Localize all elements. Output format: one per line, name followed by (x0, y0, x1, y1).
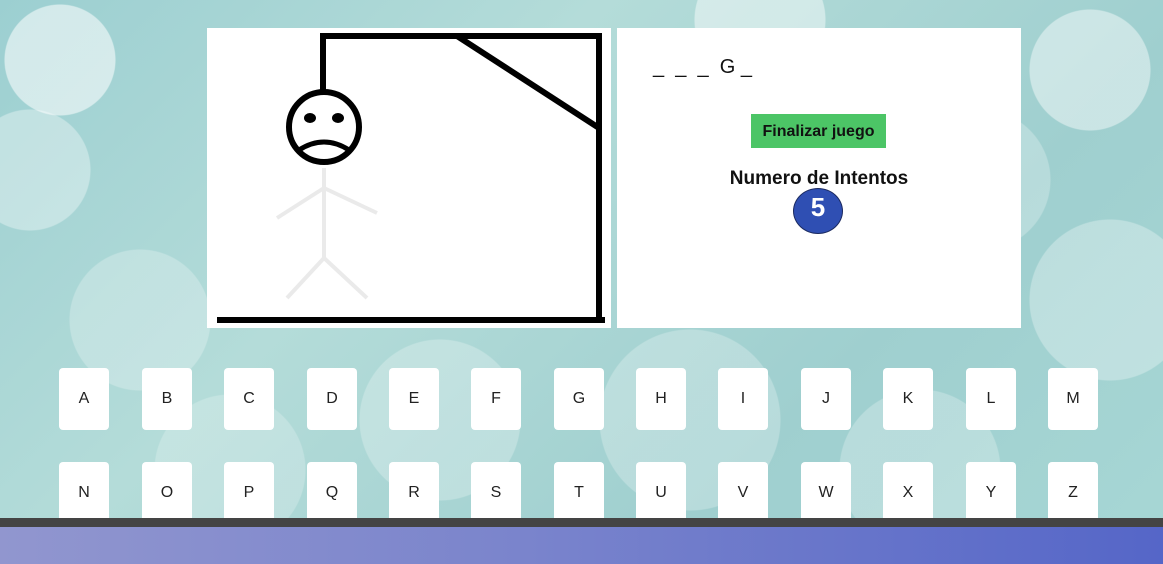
key-k[interactable]: K (883, 368, 933, 430)
key-n[interactable]: N (59, 462, 109, 524)
key-m[interactable]: M (1048, 368, 1098, 430)
key-x[interactable]: X (883, 462, 933, 524)
key-c[interactable]: C (224, 368, 274, 430)
key-q[interactable]: Q (307, 462, 357, 524)
key-a[interactable]: A (59, 368, 109, 430)
key-e[interactable]: E (389, 368, 439, 430)
game-info-panel: _ _ _ G _ Finalizar juego Numero de Inte… (617, 28, 1021, 328)
footer-divider (0, 518, 1163, 527)
key-w[interactable]: W (801, 462, 851, 524)
key-p[interactable]: P (224, 462, 274, 524)
hangman-panel (207, 28, 611, 328)
key-b[interactable]: B (142, 368, 192, 430)
key-y[interactable]: Y (966, 462, 1016, 524)
key-r[interactable]: R (389, 462, 439, 524)
key-j[interactable]: J (801, 368, 851, 430)
attempts-label: Numero de Intentos (729, 168, 909, 189)
key-f[interactable]: F (471, 368, 521, 430)
key-u[interactable]: U (636, 462, 686, 524)
key-i[interactable]: I (718, 368, 768, 430)
key-h[interactable]: H (636, 368, 686, 430)
key-o[interactable]: O (142, 462, 192, 524)
key-v[interactable]: V (718, 462, 768, 524)
footer-bar (0, 527, 1163, 564)
key-t[interactable]: T (554, 462, 604, 524)
finish-game-button[interactable]: Finalizar juego (751, 114, 886, 148)
hangman-drawing (217, 33, 605, 323)
key-l[interactable]: L (966, 368, 1016, 430)
attempts-count-badge: 5 (793, 188, 843, 234)
word-display: _ _ _ G _ (653, 56, 752, 78)
key-z[interactable]: Z (1048, 462, 1098, 524)
key-d[interactable]: D (307, 368, 357, 430)
key-g[interactable]: G (554, 368, 604, 430)
gallows-brace (455, 33, 601, 131)
sad-face-head (286, 89, 362, 165)
key-s[interactable]: S (471, 462, 521, 524)
ghost-body (275, 168, 378, 300)
